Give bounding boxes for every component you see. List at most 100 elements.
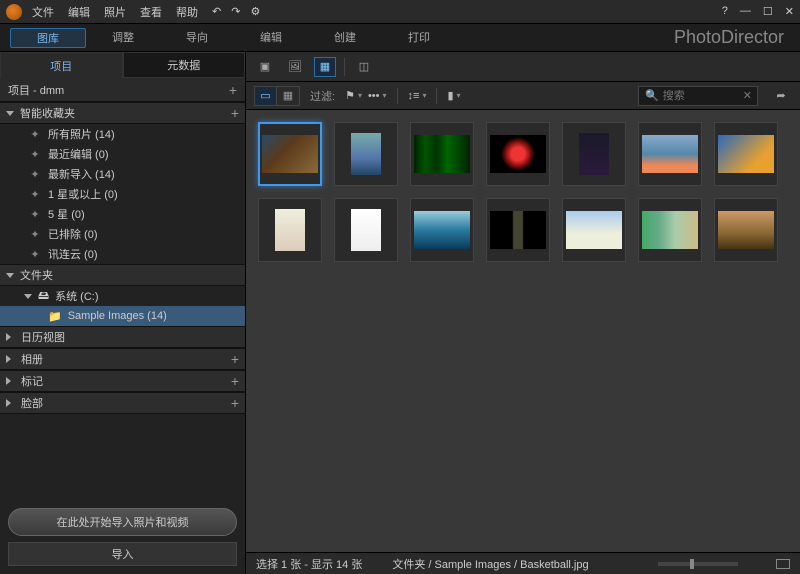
module-guided[interactable]: 导向 [160, 28, 234, 48]
section-album[interactable]: 相册 + [0, 348, 245, 370]
collapse-icon [6, 377, 15, 385]
add-face-icon[interactable]: + [231, 395, 239, 411]
layout-grid-icon[interactable]: ▦ [277, 87, 299, 105]
add-tag-icon[interactable]: + [231, 373, 239, 389]
folders-header-label: 文件夹 [20, 267, 53, 283]
menu-file[interactable]: 文件 [32, 4, 54, 20]
view-grid-icon[interactable]: ▦ [314, 57, 336, 77]
thumbnail[interactable] [638, 122, 702, 186]
thumbnail[interactable] [410, 198, 474, 262]
menu-edit[interactable]: 编辑 [68, 4, 90, 20]
thumbnail[interactable] [486, 122, 550, 186]
smart-item-label: 最新导入 (14) [48, 166, 115, 182]
search-box[interactable]: 🔍 ✕ [638, 86, 758, 106]
section-tag[interactable]: 标记 + [0, 370, 245, 392]
main-menu: 文件 编辑 照片 查看 帮助 [32, 4, 198, 20]
thumbnail-image [566, 211, 622, 249]
thumbnail[interactable] [562, 122, 626, 186]
smart-item-label: 5 星 (0) [48, 206, 85, 222]
module-adjust[interactable]: 调整 [86, 28, 160, 48]
smart-item-icon: ✦ [28, 188, 42, 201]
help-icon[interactable]: ? [722, 5, 728, 18]
clear-search-icon[interactable]: ✕ [743, 89, 752, 102]
view-toolbar: ▣ 🖼 ▦ ◫ [246, 52, 800, 82]
smart-item[interactable]: ✦已排除 (0) [0, 224, 245, 244]
thumbnail[interactable] [258, 122, 322, 186]
filter-flag-dropdown[interactable]: ⚑▾ [345, 89, 362, 102]
menu-photo[interactable]: 照片 [104, 4, 126, 20]
module-create[interactable]: 创建 [308, 28, 382, 48]
module-library[interactable]: 图库 [10, 28, 86, 48]
add-album-icon[interactable]: + [231, 351, 239, 367]
folder-drive[interactable]: 🖴 系统 (C:) [0, 286, 245, 306]
drive-label: 系统 (C:) [55, 288, 98, 304]
thumbnail[interactable] [714, 122, 778, 186]
smart-item[interactable]: ✦所有照片 (14) [0, 124, 245, 144]
module-edit[interactable]: 编辑 [234, 28, 308, 48]
thumbnail-image [579, 133, 609, 175]
undo-icon[interactable]: ↶ [212, 5, 221, 18]
add-smart-icon[interactable]: + [231, 105, 239, 121]
thumbnail-image [642, 135, 698, 173]
smart-item[interactable]: ✦5 星 (0) [0, 204, 245, 224]
thumbnail-image [414, 211, 470, 249]
import-hint-button[interactable]: 在此处开始导入照片和视频 [8, 508, 237, 536]
thumbnail[interactable] [562, 198, 626, 262]
view-single-icon[interactable]: ▣ [254, 57, 276, 77]
search-input[interactable] [663, 90, 743, 102]
close-icon[interactable]: ✕ [785, 5, 794, 18]
minimize-icon[interactable]: — [740, 5, 751, 18]
smart-item[interactable]: ✦1 星或以上 (0) [0, 184, 245, 204]
smart-item[interactable]: ✦讯连云 (0) [0, 244, 245, 264]
smart-item-label: 所有照片 (14) [48, 126, 115, 142]
zoom-slider[interactable] [658, 562, 738, 566]
search-icon: 🔍 [645, 89, 659, 102]
thumbnail[interactable] [410, 122, 474, 186]
thumbnail-image [275, 209, 305, 251]
project-row: 项目 - dmm + [0, 78, 245, 102]
thumbnail[interactable] [486, 198, 550, 262]
view-image-icon[interactable]: 🖼 [284, 57, 306, 77]
title-bar: 文件 编辑 照片 查看 帮助 ↶ ↷ ⚙ ? — ☐ ✕ [0, 0, 800, 24]
sidebar: 项目 元数据 项目 - dmm + 智能收藏夹 + ✦所有照片 (14)✦最近编… [0, 52, 246, 574]
thumbnail-image [490, 211, 546, 249]
redo-icon[interactable]: ↷ [231, 5, 240, 18]
thumbnail-image [642, 211, 698, 249]
section-face[interactable]: 脸部 + [0, 392, 245, 414]
smart-item[interactable]: ✦最近编辑 (0) [0, 144, 245, 164]
smart-item-icon: ✦ [28, 148, 42, 161]
layout-list-icon[interactable]: ▭ [255, 87, 277, 105]
add-project-icon[interactable]: + [229, 82, 237, 98]
maximize-icon[interactable]: ☐ [763, 5, 773, 18]
thumbnail[interactable] [638, 198, 702, 262]
view-compare-icon[interactable]: ◫ [353, 57, 375, 77]
sort-dropdown[interactable]: ↕≡▾ [408, 90, 427, 102]
smart-item-icon: ✦ [28, 248, 42, 261]
status-bar: 选择 1 张 - 显示 14 张 文件夹 / Sample Images / B… [246, 552, 800, 574]
thumbnail-image [414, 135, 470, 173]
module-print[interactable]: 打印 [382, 28, 456, 48]
tab-project[interactable]: 项目 [0, 52, 123, 78]
filter-label-dropdown[interactable]: •••▾ [368, 90, 387, 102]
thumbnail-image [718, 135, 774, 173]
thumbnail[interactable] [334, 198, 398, 262]
section-smart[interactable]: 智能收藏夹 + [0, 102, 245, 124]
thumbnail[interactable] [258, 198, 322, 262]
menu-view[interactable]: 查看 [140, 4, 162, 20]
tag-label: 标记 [21, 373, 43, 389]
thumbnail[interactable] [334, 122, 398, 186]
zoom-fit-icon[interactable] [776, 559, 790, 569]
menu-help[interactable]: 帮助 [176, 4, 198, 20]
section-calendar[interactable]: 日历视图 [0, 326, 245, 348]
settings-icon[interactable]: ⚙ [250, 5, 260, 18]
collapse-icon [6, 355, 15, 363]
section-folders[interactable]: 文件夹 [0, 264, 245, 286]
import-button[interactable]: 导入 [8, 542, 237, 566]
smart-item[interactable]: ✦最新导入 (14) [0, 164, 245, 184]
export-icon[interactable]: ➦ [770, 86, 792, 106]
stack-dropdown[interactable]: ▮▾ [447, 89, 460, 102]
folder-sample-images[interactable]: 📁 Sample Images (14) [0, 306, 245, 326]
tab-metadata[interactable]: 元数据 [123, 52, 246, 78]
thumbnail-image [490, 135, 546, 173]
thumbnail[interactable] [714, 198, 778, 262]
